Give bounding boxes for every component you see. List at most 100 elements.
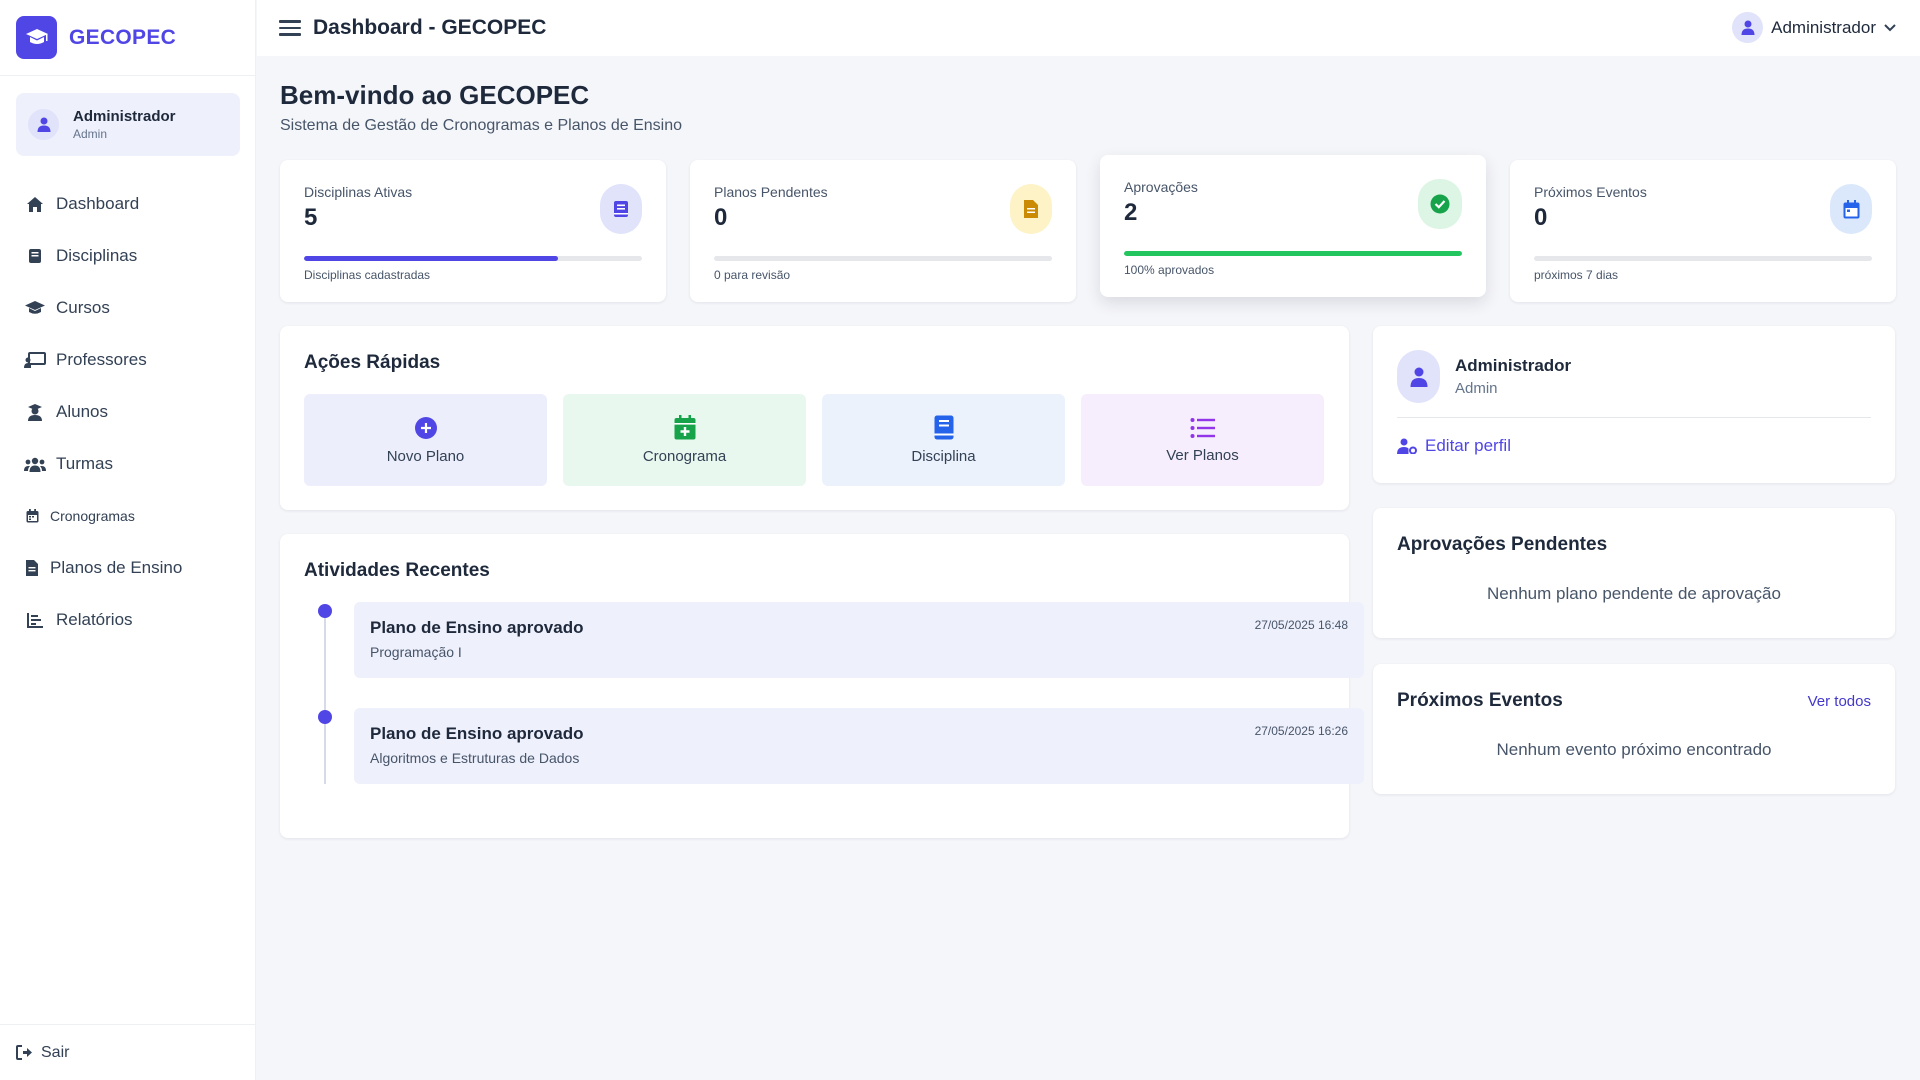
welcome-subtitle: Sistema de Gestão de Cronogramas e Plano… xyxy=(280,117,683,134)
welcome-title: Bem-vindo ao GECOPEC xyxy=(280,80,590,110)
sidebar-item-professores[interactable]: Professores xyxy=(0,334,256,386)
progress-fill xyxy=(304,256,558,261)
calendar-icon xyxy=(1830,184,1872,234)
graduation-cap-icon xyxy=(16,16,57,59)
recent-activities-panel: Atividades Recentes Plano de Ensino apro… xyxy=(280,534,1364,838)
home-icon xyxy=(24,196,46,213)
chalkboard-teacher-icon xyxy=(24,352,46,368)
book-icon xyxy=(24,248,46,264)
user-cog-icon xyxy=(1397,438,1417,454)
new-plan-button[interactable]: Novo Plano xyxy=(304,394,547,486)
activity-date: 27/05/2025 16:26 xyxy=(1254,724,1348,738)
stat-card-proximos-eventos: Próximos Eventos 0 próximos 7 dias xyxy=(1510,160,1896,302)
sidebar-item-label: Cronogramas xyxy=(50,508,135,524)
pending-approvals-title: Aprovações Pendentes xyxy=(1397,534,1608,555)
empty-message: Nenhum evento próximo encontrado xyxy=(1496,740,1772,759)
graduation-cap-icon xyxy=(24,300,46,316)
progress-bar xyxy=(714,256,1052,261)
stat-caption: Disciplinas cadastradas xyxy=(304,268,431,282)
disciplina-button[interactable]: Disciplina xyxy=(822,394,1065,486)
activity-subtitle: Algoritmos e Estruturas de Dados xyxy=(370,750,580,766)
chart-icon xyxy=(24,612,46,628)
sidebar-user-role: Admin xyxy=(73,127,108,141)
sidebar-item-label: Planos de Ensino xyxy=(50,558,183,577)
user-icon xyxy=(1397,350,1440,403)
stat-label: Planos Pendentes xyxy=(714,184,828,200)
sidebar-item-relatorios[interactable]: Relatórios xyxy=(0,594,256,646)
upcoming-events-panel: Próximos Eventos Ver todos Nenhum evento… xyxy=(1373,664,1895,794)
user-menu-button[interactable]: Administrador xyxy=(1732,12,1896,43)
calendar-plus-icon xyxy=(674,415,696,440)
stat-label: Aprovações xyxy=(1124,179,1198,195)
sidebar-item-label: Relatórios xyxy=(56,610,133,629)
action-label: Cronograma xyxy=(642,448,727,465)
activity-item[interactable]: Plano de Ensino aprovado Algoritmos e Es… xyxy=(354,708,1364,784)
stat-caption: 100% aprovados xyxy=(1124,263,1215,277)
edit-profile-link[interactable]: Editar perfil xyxy=(1397,436,1511,456)
sidebar-item-alunos[interactable]: Alunos xyxy=(0,386,256,438)
stat-value: 0 xyxy=(1534,204,1548,231)
quick-actions-title: Ações Rápidas xyxy=(304,352,441,373)
stat-caption: 0 para revisão xyxy=(714,268,791,282)
profile-card: Administrador Admin Editar perfil xyxy=(1373,326,1895,483)
sidebar-item-label: Alunos xyxy=(56,402,108,421)
logout-label: Sair xyxy=(41,1043,70,1061)
activity-subtitle: Programação I xyxy=(370,644,462,660)
hamburger-menu-icon[interactable] xyxy=(279,17,301,39)
pending-approvals-panel: Aprovações Pendentes Nenhum plano penden… xyxy=(1373,508,1895,638)
sidebar-user-card[interactable]: Administrador Admin xyxy=(16,93,240,156)
book-icon xyxy=(600,184,642,234)
check-circle-icon xyxy=(1418,179,1462,229)
stat-card-aprovacoes: Aprovações 2 100% aprovados xyxy=(1100,155,1486,297)
stat-value: 2 xyxy=(1124,199,1138,226)
activity-title: Plano de Ensino aprovado xyxy=(370,724,584,743)
user-icon xyxy=(1732,12,1764,43)
action-label: Novo Plano xyxy=(386,447,465,465)
profile-name: Administrador xyxy=(1455,356,1572,375)
quick-actions-panel: Ações Rápidas Novo Plano Cronograma Disc… xyxy=(280,326,1349,510)
activity-item[interactable]: Plano de Ensino aprovado Programação I 2… xyxy=(354,602,1364,678)
book-icon xyxy=(934,415,954,440)
progress-bar xyxy=(1534,256,1872,261)
welcome-section: Bem-vindo ao GECOPEC Sistema de Gestão d… xyxy=(280,80,682,135)
file-icon xyxy=(24,560,40,576)
calendar-icon xyxy=(24,509,40,523)
divider xyxy=(1397,417,1871,418)
sidebar-item-label: Professores xyxy=(56,350,147,369)
view-plans-button[interactable]: Ver Planos xyxy=(1081,394,1324,486)
sidebar-item-dashboard[interactable]: Dashboard xyxy=(0,178,256,230)
sidebar-item-label: Cursos xyxy=(56,298,110,317)
logout-button[interactable]: Sair xyxy=(0,1024,256,1080)
brand[interactable]: GECOPEC xyxy=(0,0,255,76)
see-all-link[interactable]: Ver todos xyxy=(1808,693,1871,710)
sidebar-item-disciplinas[interactable]: Disciplinas xyxy=(0,230,256,282)
student-icon xyxy=(24,403,46,421)
sidebar-item-planos-de-ensino[interactable]: Planos de Ensino xyxy=(0,542,256,594)
action-label: Ver Planos xyxy=(1166,446,1239,464)
brand-name: GECOPEC xyxy=(69,25,177,49)
action-label: Disciplina xyxy=(911,448,976,465)
stat-label: Próximos Eventos xyxy=(1534,184,1647,200)
stat-value: 5 xyxy=(304,204,318,231)
stat-card-planos-pendentes: Planos Pendentes 0 0 para revisão xyxy=(690,160,1076,302)
upcoming-events-title: Próximos Eventos xyxy=(1397,690,1563,711)
sidebar-item-turmas[interactable]: Turmas xyxy=(0,438,256,490)
plus-circle-icon xyxy=(414,416,438,440)
stat-value: 0 xyxy=(714,204,728,231)
sidebar-item-cursos[interactable]: Cursos xyxy=(0,282,256,334)
sidebar-item-label: Turmas xyxy=(56,454,113,473)
sidebar-item-label: Disciplinas xyxy=(56,246,138,265)
stat-caption: próximos 7 dias xyxy=(1534,268,1619,282)
progress-bar xyxy=(1124,251,1462,256)
header-user-label: Administrador xyxy=(1771,17,1876,37)
sidebar-item-cronogramas[interactable]: Cronogramas xyxy=(0,490,256,542)
sidebar-user-name: Administrador xyxy=(73,108,176,125)
activity-date: 27/05/2025 16:48 xyxy=(1254,618,1348,632)
timeline-dot xyxy=(318,710,332,724)
cronograma-button[interactable]: Cronograma xyxy=(563,394,806,486)
page-title: Dashboard - GECOPEC xyxy=(313,16,547,39)
timeline-line xyxy=(324,614,326,784)
progress-bar xyxy=(304,256,642,261)
stat-card-disciplinas: Disciplinas Ativas 5 Disciplinas cadastr… xyxy=(280,160,666,302)
users-icon xyxy=(24,457,46,472)
